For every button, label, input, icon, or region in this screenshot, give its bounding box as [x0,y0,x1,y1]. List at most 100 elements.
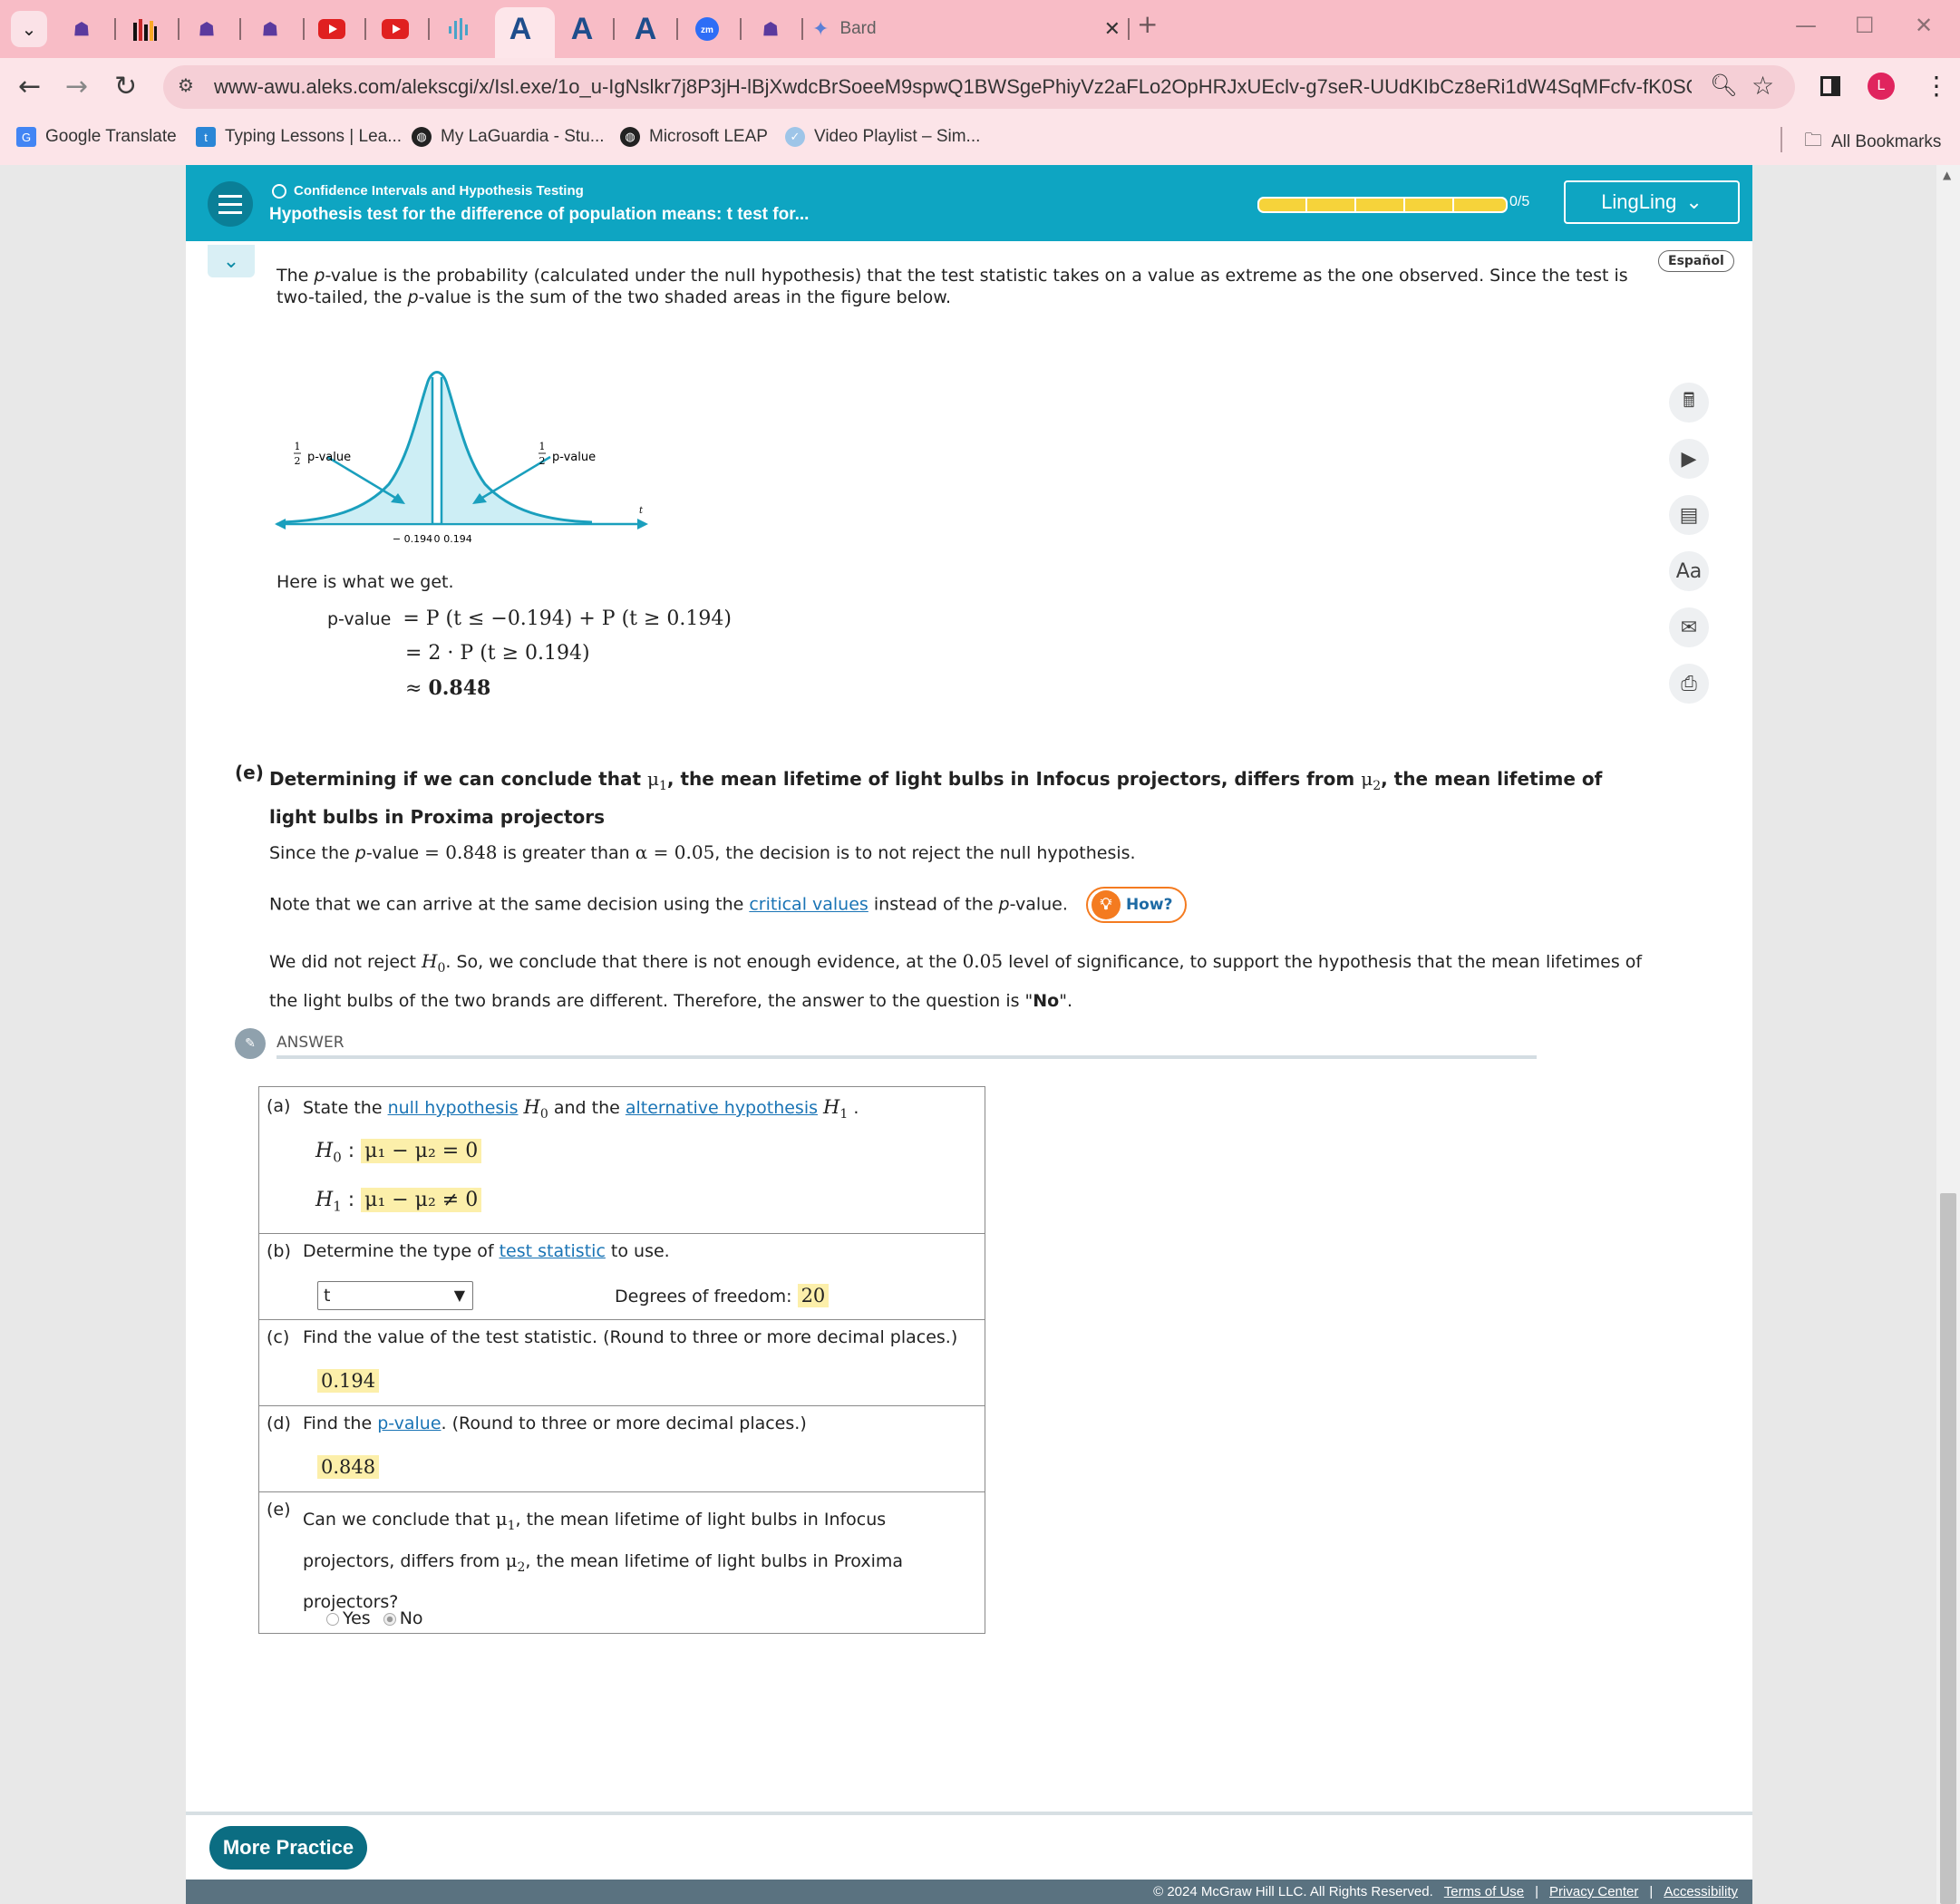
tab-divider [428,18,430,40]
all-bookmarks[interactable]: 🗀 All Bookmarks [1804,127,1941,158]
calc-line-1: p-value = P (t ≤ −0.194) + P (t ≥ 0.194) [327,607,732,630]
conclusion-text: We did not reject H0. So, we conclude th… [269,945,1647,1017]
row-a-question: State the null hypothesis H0 and the alt… [303,1096,859,1122]
minimize-icon[interactable]: — [1795,13,1817,38]
close-tab-icon[interactable]: ✕ [1104,17,1121,41]
google-translate-icon: G [16,127,36,147]
textbook-icon[interactable]: ▤ [1669,495,1709,535]
zoom-tab-icon[interactable]: zm [691,13,723,45]
reload-icon[interactable]: ↻ [114,71,137,102]
option-yes[interactable]: Yes [326,1608,371,1628]
pvalue-explanation: The p-value is the probability (calculat… [277,265,1636,308]
espanol-button[interactable]: Español [1658,250,1734,272]
df-value: 20 [797,1284,830,1307]
video-icon[interactable]: ▶ [1669,439,1709,479]
test-statistic-value: 0.194 [317,1369,380,1393]
side-panel-icon[interactable] [1820,76,1840,96]
tick-zero: 0 [434,533,441,545]
row-c-question: Find the value of the test statistic. (R… [303,1327,958,1347]
close-window-icon[interactable]: ✕ [1915,13,1933,38]
terms-link[interactable]: Terms of Use [1444,1884,1524,1899]
radio-yes[interactable] [326,1612,339,1626]
H-symbol: H [523,1096,540,1118]
tick-pos: 0.194 [443,533,472,545]
bookmark-microsoft-leap[interactable]: ◍ Microsoft LEAP [620,127,768,147]
right-tail-shading [441,375,592,522]
bookmark-video-playlist[interactable]: ✓ Video Playlist – Sim... [785,127,980,147]
how-button[interactable]: 💡︎ How? [1085,887,1188,923]
page-scrollbar[interactable]: ▲ [1936,165,1960,1904]
topic-circle-icon [272,183,286,199]
option-no[interactable]: No [383,1608,423,1628]
text-run: -value is the sum of the two shaded area… [418,287,952,307]
select-value: t [324,1286,331,1306]
bookmark-typing-lessons[interactable]: t Typing Lessons | Lea... [196,127,402,147]
bookmark-label: Video Playlist – Sim... [814,127,981,146]
answer-row-e: (e) Can we conclude that μ1, the mean li… [259,1492,985,1633]
progress-segment-divider [1452,199,1454,211]
cuny-tab-icon[interactable]: ☗ [65,13,98,45]
alpha-math: α = 0.05 [635,841,715,863]
globe-icon: ◍ [620,127,640,147]
address-bar[interactable]: ⚙ www-awu.aleks.com/alekscgi/x/Isl.exe/1… [163,65,1795,109]
accessibility-link[interactable]: Accessibility [1664,1884,1738,1899]
level-math: 0.05 [962,950,1004,972]
forward-arrow-icon[interactable]: → [65,71,88,102]
test-statistic-select[interactable]: t ▼ [317,1281,473,1310]
globe-icon: ◍ [412,127,432,147]
zoom-magnifier-icon[interactable]: 🔍︎ [1710,73,1737,98]
tab-bard[interactable]: ✦ Bard ✕ [812,13,1121,45]
null-hypothesis-link[interactable]: null hypothesis [388,1098,519,1118]
youtube-tab-icon[interactable] [379,13,412,45]
p-value-link[interactable]: p-value [377,1413,441,1433]
aleks-tab-icon[interactable]: A [566,12,598,46]
answer-row-a: (a) State the null hypothesis H0 and the… [259,1087,985,1234]
footer-separator: | [1535,1884,1539,1899]
bookmark-google-translate[interactable]: G Google Translate [16,127,177,147]
bookmarks-divider [1780,127,1782,152]
aleks-header: Confidence Intervals and Hypothesis Test… [186,165,1752,241]
tab-search-button[interactable]: ⌄ [11,11,47,47]
text-run: . So, we conclude that there is not enou… [445,952,963,972]
maximize-icon[interactable]: ☐ [1855,13,1875,38]
cuny-tab-icon[interactable]: ☗ [190,13,223,45]
url-text[interactable]: www-awu.aleks.com/alekscgi/x/Isl.exe/1o_… [214,75,1692,99]
mail-icon[interactable]: ✉ [1669,607,1709,647]
more-practice-button[interactable]: More Practice [209,1826,367,1870]
collapse-step-button[interactable]: ⌄ [208,245,255,277]
scroll-up-arrow-icon[interactable]: ▲ [1943,169,1951,181]
back-arrow-icon[interactable]: ← [18,71,41,102]
alternative-hypothesis-link[interactable]: alternative hypothesis [626,1098,818,1118]
option-yes-label: Yes [343,1608,371,1628]
copyright-text: © 2024 McGraw Hill LLC. All Rights Reser… [1153,1884,1433,1899]
answer-row-c: (c) Find the value of the test statistic… [259,1320,985,1406]
note-text: Note that we can arrive at the same deci… [269,887,1188,923]
hamburger-menu-button[interactable] [208,181,253,227]
user-menu-button[interactable]: LingLing ⌄ [1564,180,1740,224]
topic-heading: Confidence Intervals and Hypothesis Test… [272,183,584,199]
bookmark-my-laguardia[interactable]: ◍ My LaGuardia - Stu... [412,127,605,147]
test-statistic-link[interactable]: test statistic [500,1241,606,1261]
cuny-tab-icon[interactable]: ☗ [254,13,286,45]
cuny-tab-icon[interactable]: ☗ [754,13,787,45]
print-icon[interactable]: ⎙ [1669,664,1709,704]
scrollbar-thumb[interactable] [1940,1193,1956,1904]
youtube-tab-icon[interactable] [315,13,348,45]
profile-avatar[interactable]: L [1868,73,1895,100]
audio-tab-icon[interactable] [442,13,475,45]
aleks-tab-icon[interactable]: A [504,12,537,46]
new-tab-icon[interactable]: + [1137,9,1158,39]
site-settings-icon[interactable]: ⚙ [178,74,194,96]
aleks-tab-icon[interactable]: A [629,12,662,46]
radio-no[interactable] [383,1612,396,1626]
H-symbol: H [823,1096,840,1118]
bookmark-star-icon[interactable]: ☆ [1751,71,1774,101]
critical-values-link[interactable]: critical values [749,895,868,915]
privacy-link[interactable]: Privacy Center [1549,1884,1638,1899]
dropdown-caret-icon: ▼ [453,1287,465,1304]
browser-menu-icon[interactable]: ⋮ [1924,71,1949,101]
calculator-icon[interactable]: 🖩 [1669,383,1709,423]
bar-chart-tab-icon[interactable] [129,13,161,45]
dictionary-icon[interactable]: Aa [1669,551,1709,591]
footer-divider [186,1812,1752,1815]
